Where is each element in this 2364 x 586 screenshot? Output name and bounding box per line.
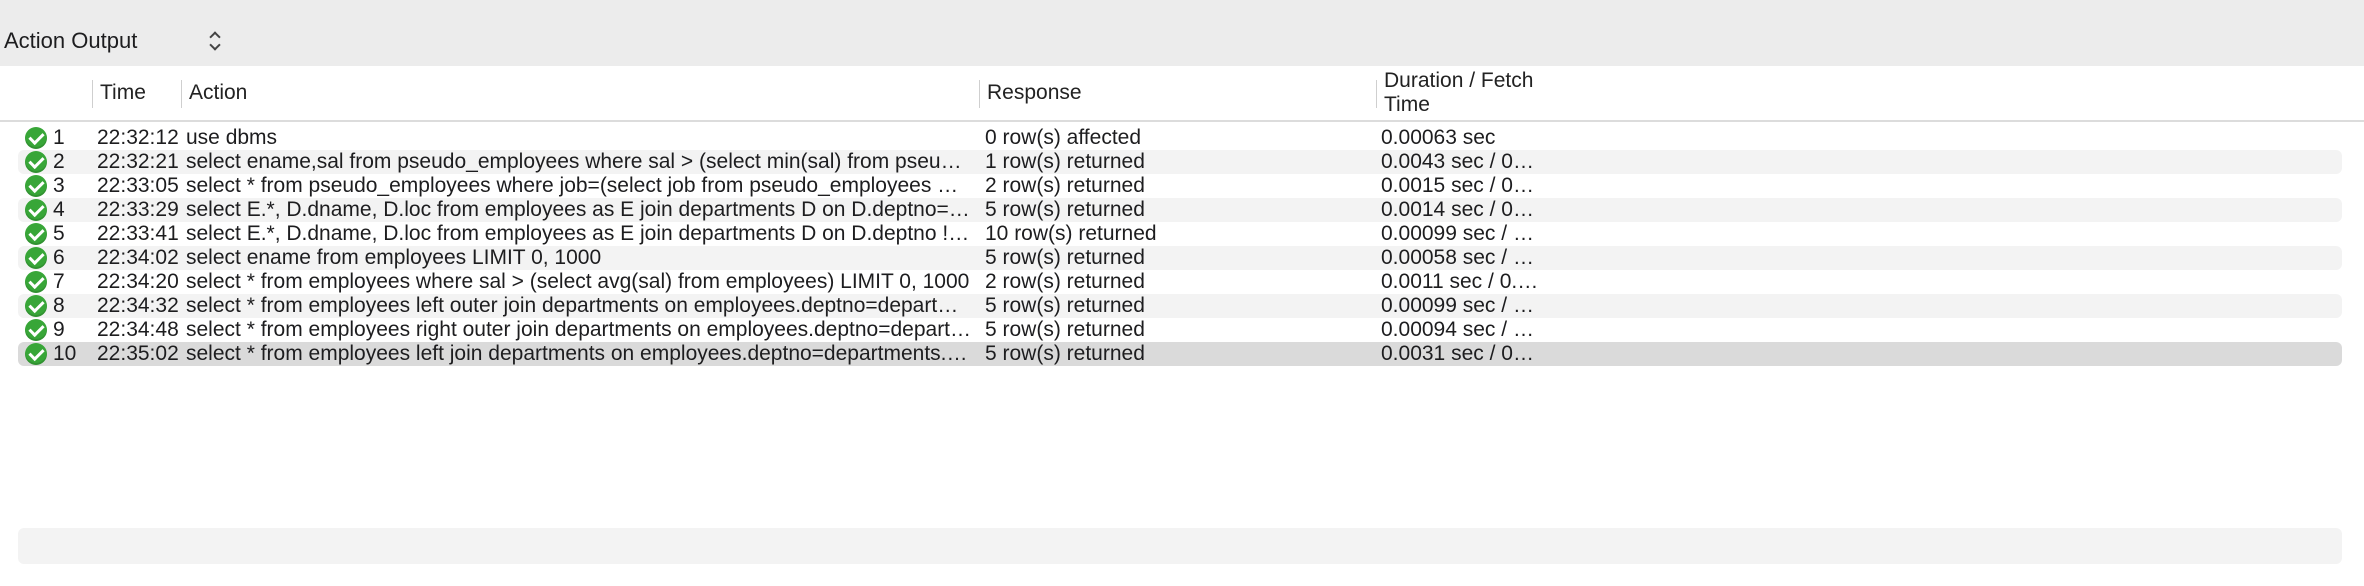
row-time: 22:34:48 [97, 318, 179, 341]
row-index: 10 [53, 342, 77, 365]
row-index: 6 [53, 246, 65, 269]
column-header-response[interactable]: Response [987, 66, 1375, 120]
column-header-action[interactable]: Action [189, 66, 979, 120]
row-action: select * from employees where sal > (sel… [186, 270, 970, 293]
row-action: select E.*, D.dname, D.loc from employee… [186, 222, 972, 245]
row-index: 3 [53, 174, 65, 197]
row-time: 22:32:21 [97, 150, 179, 173]
row-response: 2 row(s) returned [985, 270, 1145, 293]
column-divider[interactable] [181, 80, 182, 108]
row-duration: 0.0031 sec / 0.00001... [1381, 342, 1539, 365]
table-row[interactable]: 9 22:34:48 select * from employees right o… [18, 318, 2342, 342]
row-action: use dbms [186, 126, 278, 149]
column-divider[interactable] [979, 80, 980, 108]
success-check-icon [25, 247, 47, 269]
output-type-label: Action Output [4, 28, 138, 53]
column-header-duration[interactable]: Duration / Fetch Time [1384, 66, 1564, 120]
row-index: 2 [53, 150, 65, 173]
success-check-icon [25, 295, 47, 317]
output-type-select[interactable]: Action Output [4, 24, 223, 58]
row-duration: 0.00058 sec / 0.000... [1381, 246, 1539, 269]
row-duration: 0.0014 sec / 0.00002... [1381, 198, 1539, 221]
column-divider[interactable] [92, 80, 93, 108]
row-action: select * from employees left join depart… [186, 342, 972, 365]
row-time: 22:33:29 [97, 198, 179, 221]
status-bar [18, 528, 2342, 564]
row-index: 4 [53, 198, 65, 221]
success-check-icon [25, 319, 47, 341]
row-response: 5 row(s) returned [985, 342, 1145, 365]
row-duration: 0.00094 sec / 0.000... [1381, 318, 1539, 341]
table-row[interactable]: 6 22:34:02 select ename from employees LIM… [18, 246, 2342, 270]
row-time: 22:34:02 [97, 246, 179, 269]
row-response: 5 row(s) returned [985, 198, 1145, 221]
row-response: 2 row(s) returned [985, 174, 1145, 197]
output-toolbar: Action Output [0, 0, 2364, 66]
row-duration: 0.0015 sec / 0.00001... [1381, 174, 1539, 197]
row-index: 1 [53, 126, 65, 149]
row-time: 22:32:12 [97, 126, 179, 149]
row-action: select * from employees right outer join… [186, 318, 972, 341]
row-response: 5 row(s) returned [985, 246, 1145, 269]
table-row[interactable]: 5 22:33:41 select E.*, D.dname, D.loc from… [18, 222, 2342, 246]
row-action: select ename,sal from pseudo_employees w… [186, 150, 972, 173]
success-check-icon [25, 271, 47, 293]
success-check-icon [25, 223, 47, 245]
row-time: 22:34:20 [97, 270, 179, 293]
row-response: 0 row(s) affected [985, 126, 1142, 149]
chevron-up-down-icon [209, 30, 223, 52]
row-index: 7 [53, 270, 65, 293]
table-row[interactable]: 4 22:33:29 select E.*, D.dname, D.loc from… [18, 198, 2342, 222]
row-action: select E.*, D.dname, D.loc from employee… [186, 198, 972, 221]
success-check-icon [25, 175, 47, 197]
row-action: select * from employees left outer join … [186, 294, 972, 317]
success-check-icon [25, 127, 47, 149]
row-duration: 0.0011 sec / 0.00001... [1381, 270, 1539, 293]
row-response: 5 row(s) returned [985, 318, 1145, 341]
table-row[interactable]: 1 22:32:12 use dbms 0 row(s) affected 0.0006… [18, 126, 2342, 150]
table-row[interactable]: 10 22:35:02 select * from employees left j… [18, 342, 2342, 366]
row-time: 22:35:02 [97, 342, 179, 365]
column-header-index[interactable] [48, 66, 92, 120]
row-response: 5 row(s) returned [985, 294, 1145, 317]
row-time: 22:34:32 [97, 294, 179, 317]
column-header-time[interactable]: Time [100, 66, 180, 120]
success-check-icon [25, 199, 47, 221]
column-divider[interactable] [1376, 80, 1377, 108]
success-check-icon [25, 343, 47, 365]
row-response: 1 row(s) returned [985, 150, 1145, 173]
row-index: 9 [53, 318, 65, 341]
success-check-icon [25, 151, 47, 173]
row-action: select ename from employees LIMIT 0, 100… [186, 246, 602, 269]
row-duration: 0.00099 sec / 0.000... [1381, 222, 1539, 245]
row-duration: 0.00099 sec / 0.000... [1381, 294, 1539, 317]
row-index: 5 [53, 222, 65, 245]
row-duration: 0.0043 sec / 0.00000... [1381, 150, 1539, 173]
row-response: 10 row(s) returned [985, 222, 1157, 245]
row-time: 22:33:41 [97, 222, 179, 245]
table-header: Time Action Response Duration / Fetch Ti… [0, 66, 2364, 122]
row-duration: 0.00063 sec [1381, 126, 1496, 149]
table-row[interactable]: 7 22:34:20 select * from employees where s… [18, 270, 2342, 294]
table-row[interactable]: 2 22:32:21 select ename,sal from pseudo_em… [18, 150, 2342, 174]
table-row[interactable]: 3 22:33:05 select * from pseudo_employees … [18, 174, 2342, 198]
row-index: 8 [53, 294, 65, 317]
table-row[interactable]: 8 22:34:32 select * from employees left ou… [18, 294, 2342, 318]
row-action: select * from pseudo_employees where job… [186, 174, 972, 197]
row-time: 22:33:05 [97, 174, 179, 197]
